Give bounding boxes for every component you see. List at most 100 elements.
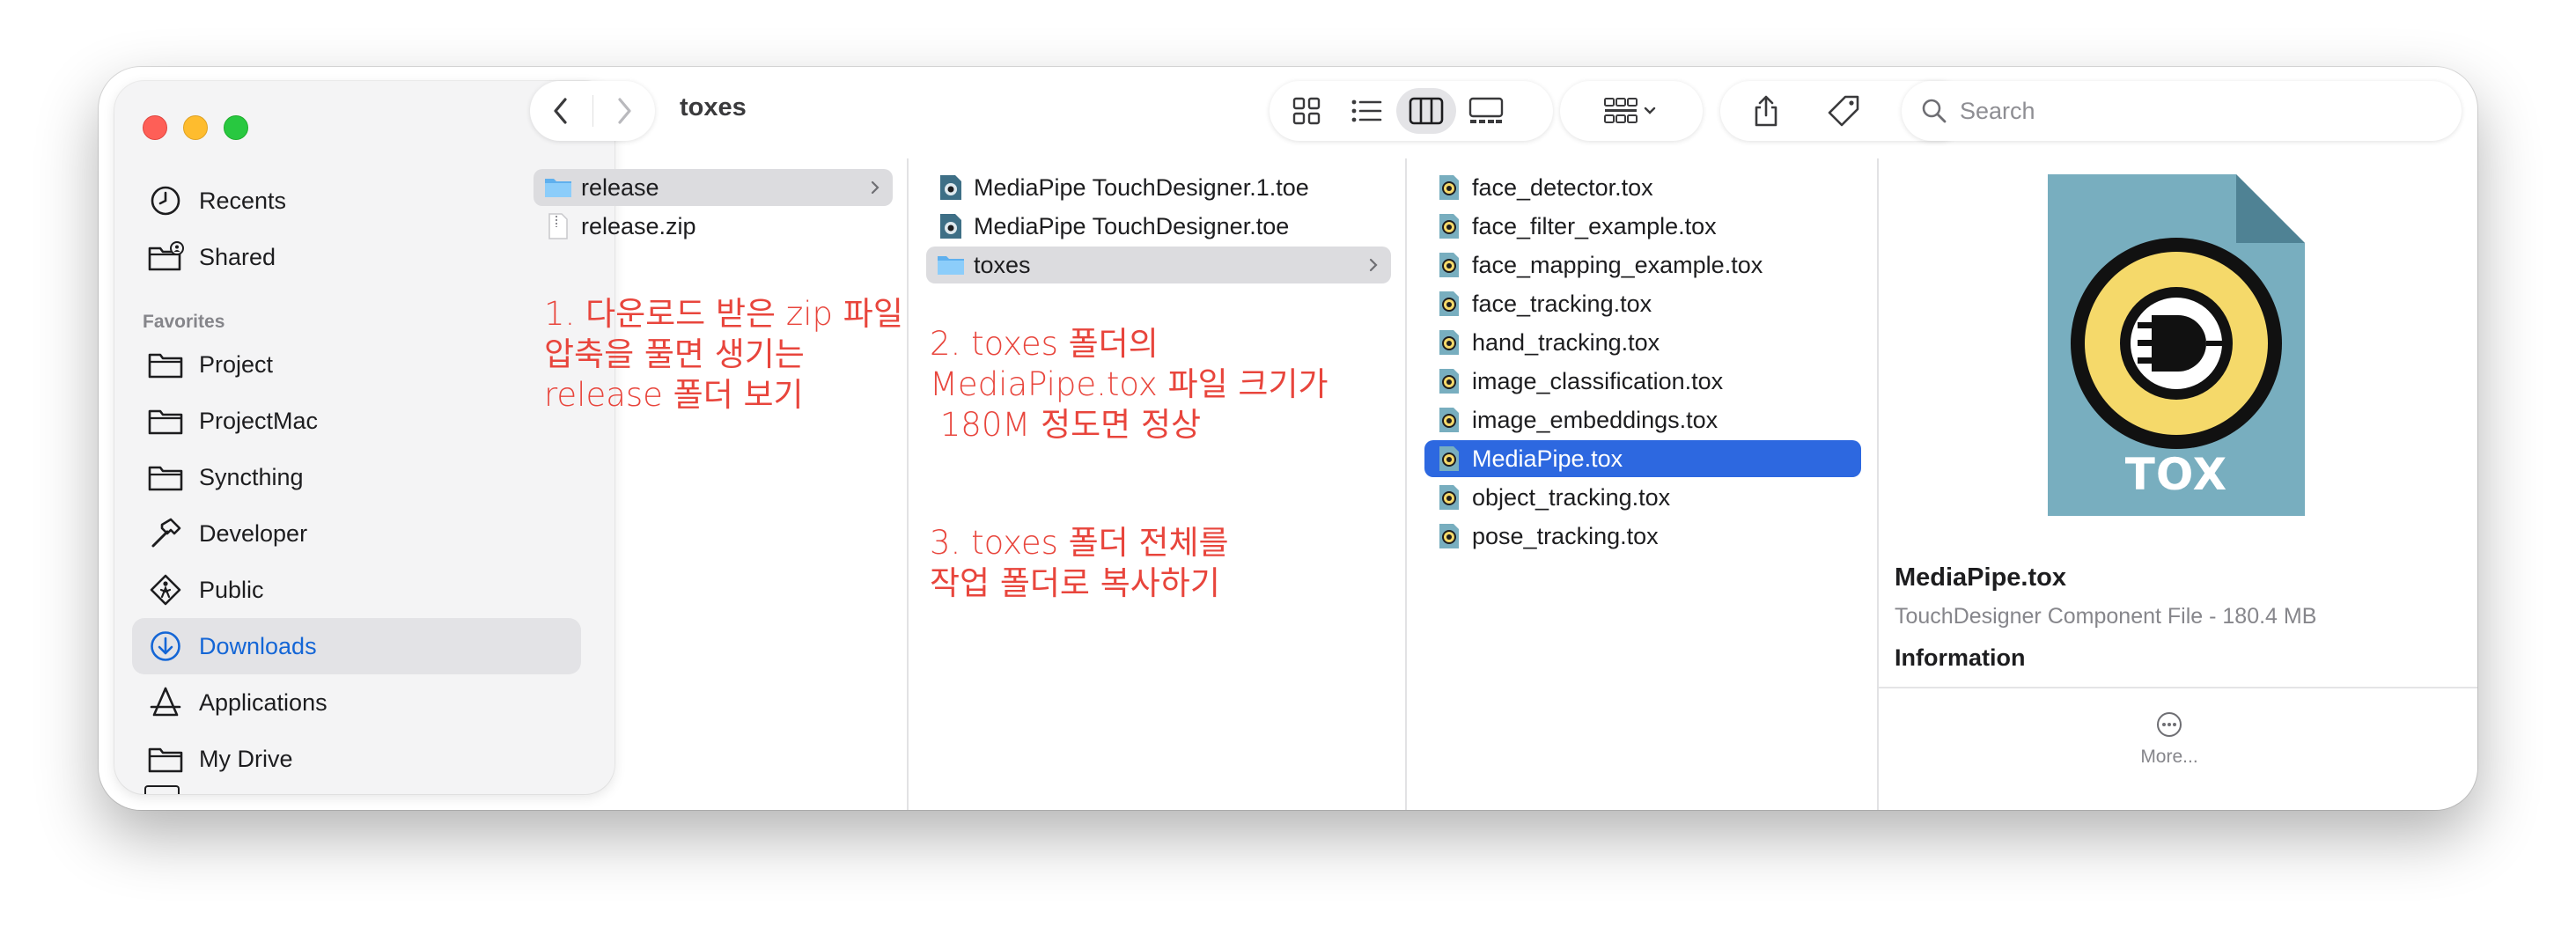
search-input[interactable] [1960, 97, 2418, 125]
back-button[interactable] [530, 81, 592, 141]
navigation-buttons [530, 81, 655, 141]
sidebar-item-recents[interactable]: Recents [132, 173, 581, 229]
tox-file-icon [1435, 367, 1463, 395]
list-icon [1351, 99, 1382, 122]
folder-icon [144, 785, 180, 794]
annotation-note-2: 2. toxes 폴더의 MediaPipe.tox 파일 크기가 180M 정… [930, 325, 1328, 444]
divider [1879, 687, 2477, 688]
tox-file-icon [1435, 328, 1463, 357]
close-window-button[interactable] [143, 115, 167, 140]
list-item-toe-file[interactable]: MediaPipe TouchDesigner.toe [926, 208, 1391, 245]
list-item-release[interactable]: release [534, 169, 893, 206]
hammer-icon [144, 512, 187, 555]
list-item-tox-file[interactable]: face_filter_example.tox [1424, 208, 1861, 245]
share-icon [1755, 95, 1777, 127]
list-item-tox-file-selected[interactable]: MediaPipe.tox [1424, 440, 1861, 477]
tox-icon-label: TOX [2124, 449, 2228, 500]
share-button[interactable] [1727, 88, 1805, 134]
folder-icon [144, 343, 187, 386]
tox-file-icon [1435, 483, 1463, 511]
item-name: face_tracking.tox [1472, 290, 1652, 317]
download-icon [144, 625, 187, 667]
sidebar-item-my-drive[interactable]: My Drive [132, 731, 581, 787]
list-item-tox-file[interactable]: face_mapping_example.tox [1424, 247, 1861, 283]
search-field[interactable] [1902, 81, 2462, 141]
list-item-tox-file[interactable]: face_detector.tox [1424, 169, 1861, 206]
tox-file-icon [1435, 173, 1463, 202]
list-view-button[interactable] [1336, 88, 1396, 134]
gallery-view-button[interactable] [1456, 88, 1516, 134]
item-name: MediaPipe TouchDesigner.toe [974, 212, 1290, 239]
sidebar-item-shared[interactable]: Shared [132, 229, 581, 285]
sidebar-item-label: Developer [199, 519, 308, 547]
sidebar-item-project[interactable]: Project [132, 336, 581, 393]
columns-icon [1409, 97, 1444, 125]
window-title: toxes [680, 93, 747, 121]
preview-file-kind: TouchDesigner Component File - 180.4 MB [1895, 604, 2317, 629]
folder-icon [144, 456, 187, 498]
information-heading: Information [1895, 644, 2026, 671]
more-button[interactable]: More... [2125, 711, 2213, 791]
group-icon [1604, 98, 1656, 123]
chevron-left-icon [554, 98, 567, 124]
list-item-tox-file[interactable]: hand_tracking.tox [1424, 324, 1861, 361]
tag-icon [1828, 95, 1859, 127]
forward-button[interactable] [593, 81, 656, 141]
public-icon [144, 569, 187, 611]
list-item-tox-file[interactable]: face_tracking.tox [1424, 285, 1861, 322]
tox-file-icon [1435, 212, 1463, 240]
item-name: face_filter_example.tox [1472, 212, 1717, 239]
sidebar-item-label: Shared [199, 243, 276, 270]
sidebar-item-label: Downloads [199, 632, 317, 659]
folder-icon [937, 251, 965, 279]
grid-icon [1292, 97, 1321, 125]
list-item-toxes[interactable]: toxes [926, 247, 1391, 283]
sidebar-item-downloads[interactable]: Downloads [132, 618, 581, 674]
column-view-button[interactable] [1396, 88, 1456, 134]
tox-preview-icon: TOX [2048, 174, 2305, 516]
column-divider [907, 158, 909, 810]
list-item-release-zip[interactable]: release.zip [534, 208, 893, 245]
zip-file-icon [544, 212, 572, 240]
group-by-button[interactable] [1560, 81, 1703, 141]
item-name: release.zip [581, 212, 696, 239]
toe-file-icon [937, 173, 965, 202]
sidebar-item-label: Project [199, 350, 274, 378]
item-name: face_detector.tox [1472, 173, 1653, 201]
minimize-window-button[interactable] [183, 115, 208, 140]
folder-icon [544, 173, 572, 202]
item-name: MediaPipe TouchDesigner.1.toe [974, 173, 1309, 201]
column-divider [1877, 158, 1879, 810]
tox-file-icon [1435, 290, 1463, 318]
sidebar-item-label: My Drive [199, 745, 293, 772]
list-item-tox-file[interactable]: object_tracking.tox [1424, 479, 1861, 516]
list-item-tox-file[interactable]: image_embeddings.tox [1424, 401, 1861, 438]
sidebar-item-label: Applications [199, 688, 328, 716]
more-label: More... [2140, 747, 2198, 767]
tags-button[interactable] [1805, 88, 1882, 134]
sidebar-item-applications[interactable]: Applications [132, 674, 581, 731]
sidebar-item-public[interactable]: Public [132, 562, 581, 618]
finder-window: Recents Shared Favorites Project Project… [99, 67, 2477, 810]
item-name: hand_tracking.tox [1472, 328, 1660, 356]
favorites-heading: Favorites [143, 312, 225, 332]
item-name: MediaPipe.tox [1472, 445, 1623, 472]
sidebar-item-label: ProjectMac [199, 407, 319, 434]
chevron-right-icon [871, 180, 880, 195]
tox-file-icon [1435, 251, 1463, 279]
chevron-right-icon [1369, 258, 1378, 272]
sidebar-item-label: Syncthing [199, 463, 304, 490]
column-divider [1405, 158, 1407, 810]
item-name: face_mapping_example.tox [1472, 251, 1763, 278]
sidebar-item-projectmac[interactable]: ProjectMac [132, 393, 581, 449]
list-item-tox-file[interactable]: image_classification.tox [1424, 363, 1861, 400]
annotation-note-1: 1. 다운로드 받은 zip 파일 압축을 풀면 생기는 release 폴더 … [544, 295, 903, 414]
list-item-toe-file[interactable]: MediaPipe TouchDesigner.1.toe [926, 169, 1391, 206]
preview-file-name: MediaPipe.tox [1895, 563, 2066, 592]
item-name: image_classification.tox [1472, 367, 1724, 394]
zoom-window-button[interactable] [224, 115, 248, 140]
sidebar-item-developer[interactable]: Developer [132, 505, 581, 562]
list-item-tox-file[interactable]: pose_tracking.tox [1424, 518, 1861, 555]
sidebar-item-syncthing[interactable]: Syncthing [132, 449, 581, 505]
icon-view-button[interactable] [1277, 88, 1336, 134]
